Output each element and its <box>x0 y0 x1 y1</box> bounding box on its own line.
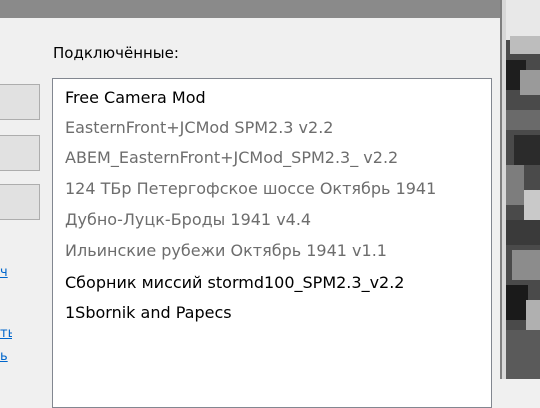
list-item[interactable]: EasternFront+JCMod SPM2.3 v2.2 <box>65 117 333 139</box>
connected-mods-list[interactable]: Free Camera Mod EasternFront+JCMod SPM2.… <box>52 78 492 408</box>
left-action-button-3[interactable] <box>0 184 40 220</box>
list-item[interactable]: Ильинские рубежи Октябрь 1941 v1.1 <box>65 240 387 262</box>
left-link-2[interactable]: ть <box>0 326 12 341</box>
list-item[interactable]: Сборник миссий stormd100_SPM2.3_v2.2 <box>65 272 404 294</box>
connected-label: Подключённые: <box>53 44 179 62</box>
dialog-body: ч ть ь Подключённые: Free Camera Mod Eas… <box>0 18 500 408</box>
list-item[interactable]: ABEM_EasternFront+JCMod_SPM2.3_ v2.2 <box>65 147 398 169</box>
left-link-1[interactable]: ч <box>0 265 12 280</box>
left-action-button-1[interactable] <box>0 84 40 120</box>
list-item[interactable]: Дубно-Луцк-Броды 1941 v4.4 <box>65 209 311 231</box>
window-titlebar[interactable] <box>0 0 502 18</box>
list-item[interactable]: Free Camera Mod <box>65 87 206 109</box>
list-item[interactable]: 1Sbornik and Papecs <box>65 302 232 324</box>
left-link-3[interactable]: ь <box>0 349 12 364</box>
dialog-border <box>500 0 502 379</box>
left-action-button-2[interactable] <box>0 135 40 171</box>
background-photo <box>506 0 540 379</box>
list-item[interactable]: 124 ТБр Петергофское шоссе Октябрь 1941 <box>65 178 436 200</box>
